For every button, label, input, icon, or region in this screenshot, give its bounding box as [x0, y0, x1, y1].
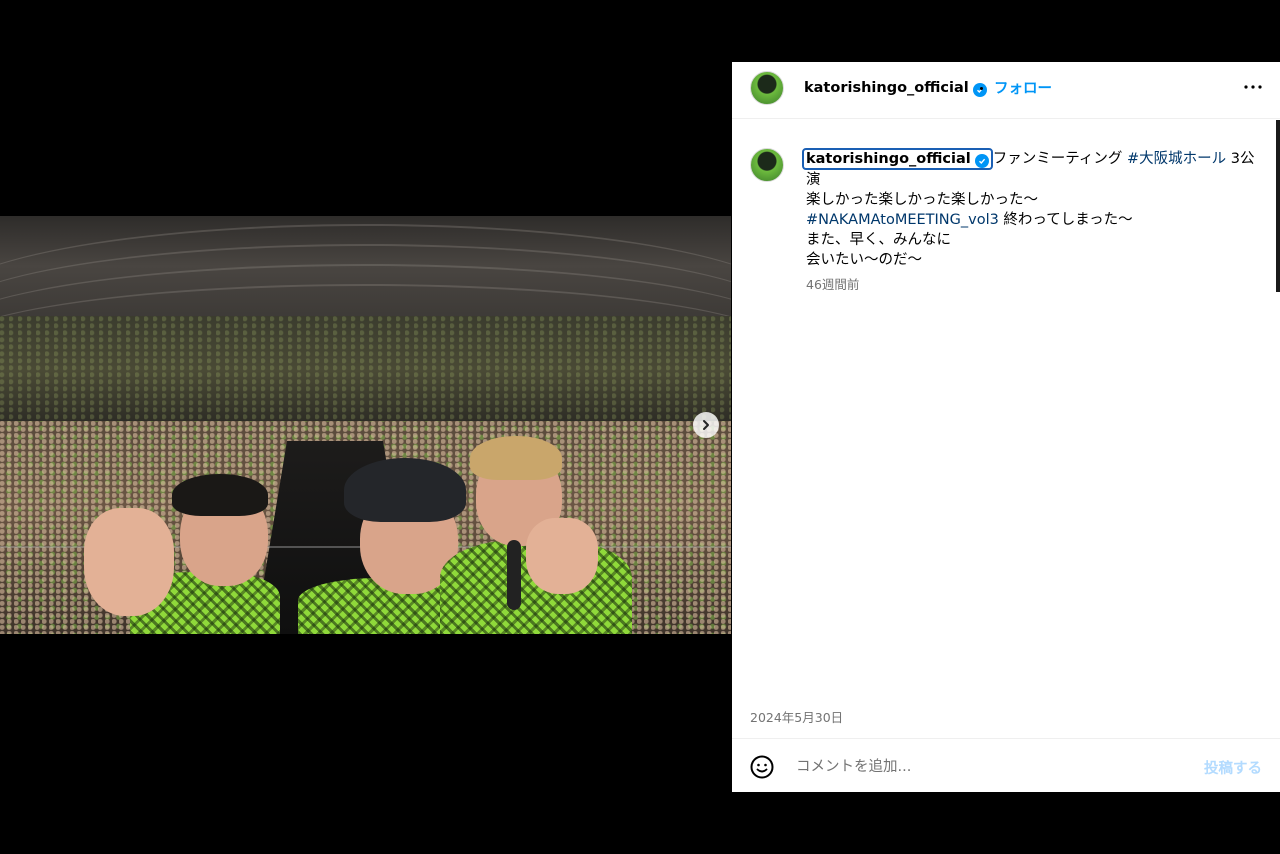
person-center-hair: [344, 458, 466, 522]
caption-text: また、早く、みんなに: [806, 232, 951, 248]
person-right-hair: [470, 436, 562, 480]
emoji-button[interactable]: [750, 755, 774, 779]
person-right-hand: [526, 518, 598, 594]
comment-bar: 投稿する: [732, 738, 1280, 793]
verified-badge-icon: [974, 154, 989, 168]
more-options-icon: [1244, 85, 1262, 89]
caption-text: ファンミーティング: [992, 151, 1127, 167]
caption-text: 3公: [1226, 151, 1255, 167]
caption-avatar[interactable]: [750, 148, 784, 182]
separator-dot: [980, 87, 983, 90]
hashtag-link[interactable]: #大阪城ホール: [1127, 151, 1226, 167]
verified-badge-icon: [972, 83, 987, 97]
follow-button[interactable]: フォロー: [994, 77, 1052, 98]
scrollbar-edge[interactable]: [1276, 120, 1280, 292]
microphone: [507, 540, 521, 610]
comment-input[interactable]: [794, 753, 1178, 781]
caption-text: 会いたい〜のだ〜: [806, 252, 922, 268]
person-left-hair: [172, 474, 268, 516]
header-username[interactable]: katorishingo_official: [804, 80, 969, 96]
chevron-right-icon: [703, 420, 709, 430]
caption-text: 終わってしまった〜: [998, 212, 1133, 228]
caption-username-box[interactable]: katorishingo_official: [802, 148, 993, 170]
caption-text: 楽しかった楽しかった楽しかった〜: [806, 192, 1038, 208]
arena-stands: [0, 316, 731, 426]
post-comment-button[interactable]: 投稿する: [1204, 757, 1262, 778]
post-caption: katorishingo_official ファンミーティング #大阪城ホール 3…: [802, 148, 1266, 270]
more-options-button[interactable]: [1242, 76, 1264, 98]
caption-time-ago[interactable]: 46週間前: [806, 274, 859, 293]
avatar[interactable]: [750, 71, 784, 105]
next-photo-button[interactable]: [693, 412, 719, 438]
post-detail-panel: katorishingo_official フォロー katorishingo_…: [732, 62, 1280, 792]
person-left-hand: [84, 508, 174, 616]
caption-text: 演: [806, 172, 821, 188]
hashtag-link[interactable]: #NAKAMAtoMEETING_vol3: [806, 212, 999, 228]
header-username-wrap: katorishingo_official: [804, 77, 987, 97]
post-header: katorishingo_official フォロー: [732, 62, 1280, 119]
post-date[interactable]: 2024年5月30日: [750, 707, 843, 726]
caption-username[interactable]: katorishingo_official: [806, 151, 971, 167]
emoji-smiley-icon: [750, 755, 774, 779]
